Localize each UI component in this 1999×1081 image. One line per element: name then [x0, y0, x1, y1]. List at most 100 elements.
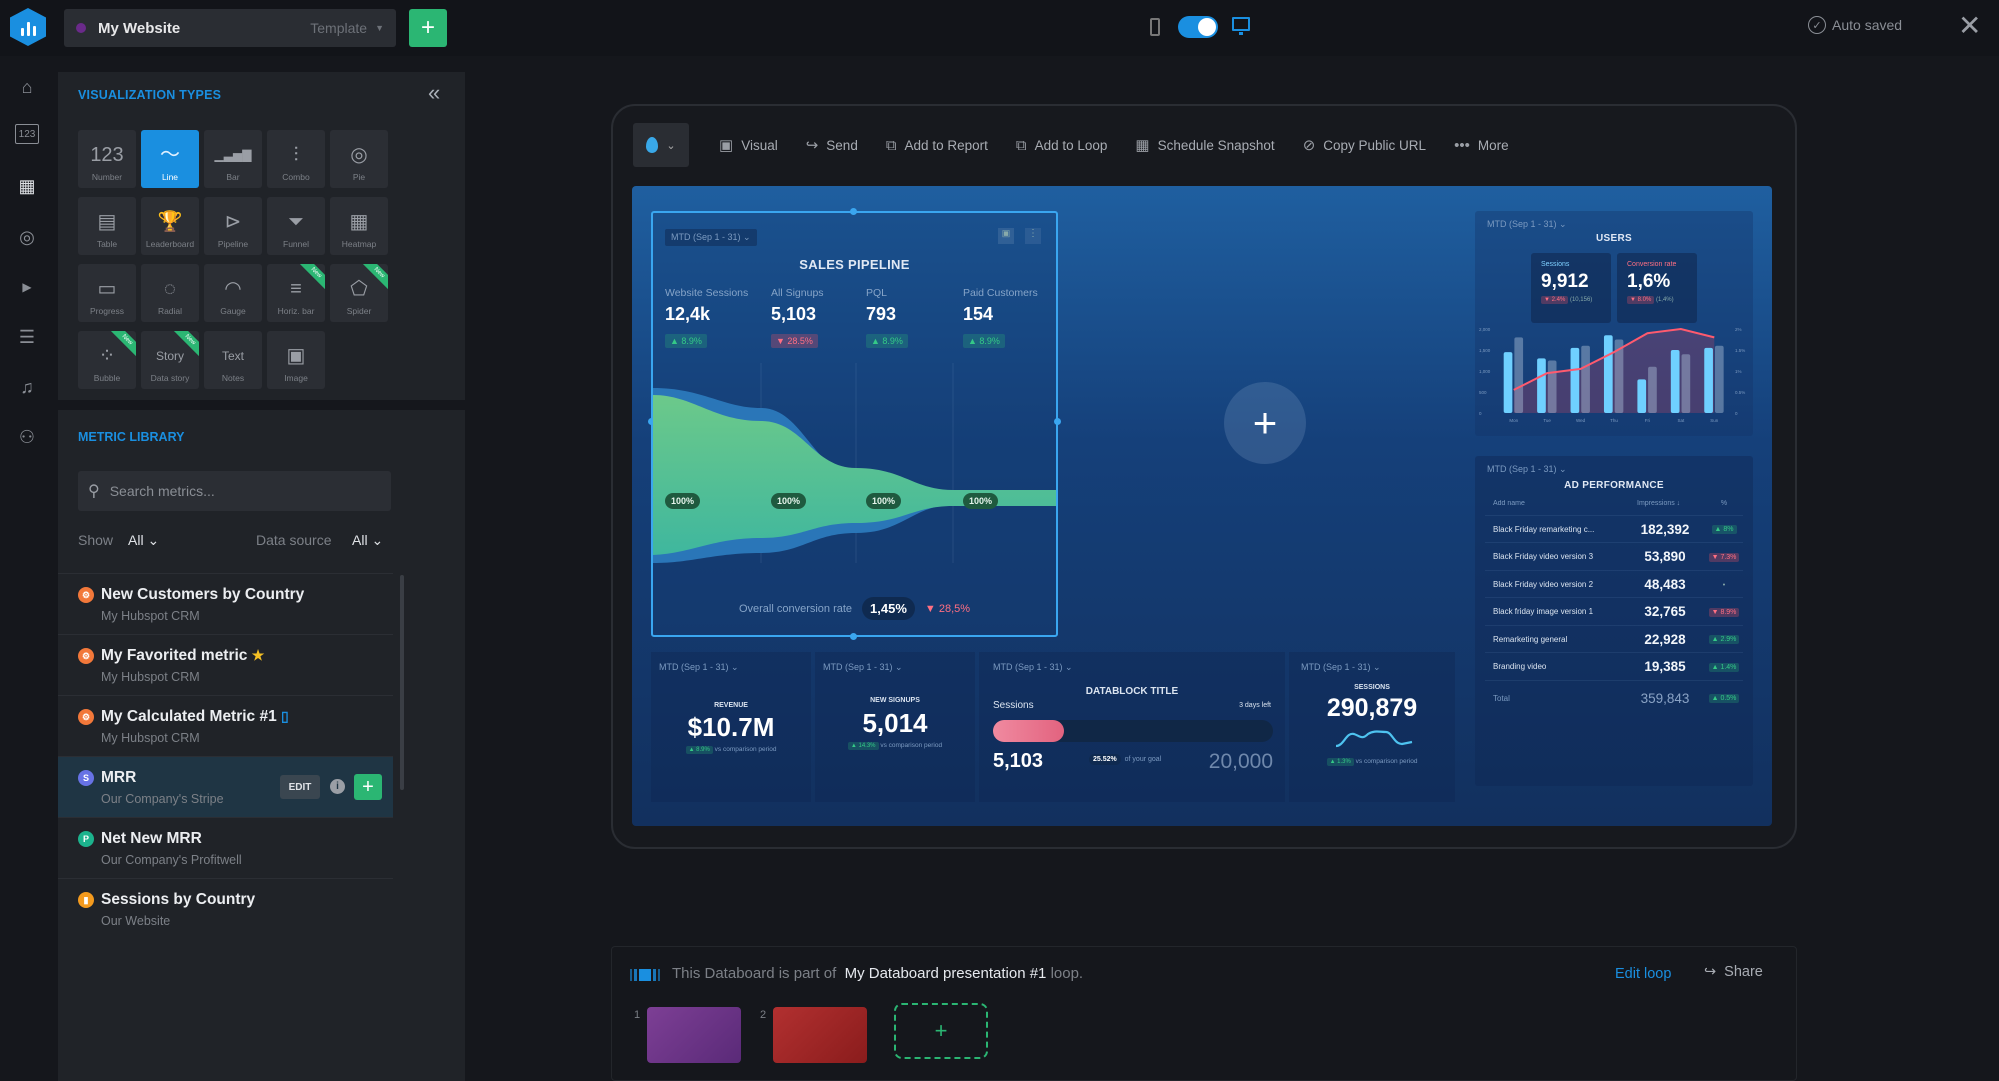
desktop-view-icon[interactable]	[1232, 17, 1250, 35]
share-button[interactable]: ↪ Share	[1704, 964, 1763, 980]
viz-type-progress[interactable]: ▭ Progress	[78, 264, 136, 322]
viz-type-pie[interactable]: ◎ Pie	[330, 130, 388, 188]
viz-type-horiz-bar[interactable]: ≡ Horiz. bar New	[267, 264, 325, 322]
stripe-icon: S	[78, 770, 94, 786]
search-input[interactable]	[109, 483, 370, 499]
table-row[interactable]: Black friday image version 1 32,765 ▼ 8.9%	[1485, 599, 1743, 626]
databoard-selector[interactable]: My Website Template ▼	[64, 9, 396, 47]
viz-type-data-story[interactable]: Story Data story New	[141, 331, 199, 389]
metric-item[interactable]: S MRR Our Company's Stripe EDIT i +	[58, 756, 393, 817]
bar-sessions-previous	[1648, 366, 1657, 413]
date-range-dropdown[interactable]: MTD (Sep 1 - 31) ⌄	[1487, 464, 1567, 475]
table-row[interactable]: Black Friday remarketing c... 182,392 ▲ 8%	[1485, 516, 1743, 543]
viz-type-notes[interactable]: Text Notes	[204, 331, 262, 389]
visual-icon[interactable]: ▣	[998, 228, 1014, 244]
sessions-widget[interactable]: MTD (Sep 1 - 31) ⌄ SESSIONS 290,879 ▲ 1.…	[1289, 652, 1455, 802]
ad-performance-widget[interactable]: MTD (Sep 1 - 31) ⌄ AD PERFORMANCE Add na…	[1475, 456, 1753, 786]
column-header-percent[interactable]: %	[1705, 500, 1743, 507]
viz-type-combo[interactable]: ⫶ Combo	[267, 130, 325, 188]
metric-item[interactable]: ⚙ New Customers by Country My Hubspot CRM	[58, 573, 393, 634]
databox-logo[interactable]	[10, 8, 46, 46]
goal-progress-widget[interactable]: MTD (Sep 1 - 31) ⌄ DATABLOCK TITLE Sessi…	[979, 652, 1285, 802]
device-view-toggle[interactable]	[1178, 16, 1218, 38]
metric-search[interactable]: ⚲	[78, 471, 391, 511]
date-range-dropdown[interactable]: MTD (Sep 1 - 31) ⌄	[1487, 219, 1567, 230]
viz-type-heatmap[interactable]: ▦ Heatmap	[330, 197, 388, 255]
viz-type-funnel[interactable]: ⏷ Funnel	[267, 197, 325, 255]
add-widget-button[interactable]: +	[1224, 382, 1306, 464]
date-range-dropdown[interactable]: MTD (Sep 1 - 31) ⌄	[993, 662, 1073, 673]
datasource-filter-dropdown[interactable]: All ⌄	[352, 532, 383, 549]
copy-public-url-button[interactable]: ⊘ Copy Public URL	[1303, 136, 1426, 154]
theme-color-button[interactable]: ⌄	[633, 123, 689, 167]
viz-type-table[interactable]: ▤ Table	[78, 197, 136, 255]
home-icon[interactable]: ⌂	[14, 74, 40, 100]
ad-change: ▲ 2.9%	[1708, 635, 1740, 644]
visual-button[interactable]: ▣ Visual	[719, 136, 778, 154]
date-range-dropdown[interactable]: MTD (Sep 1 - 31) ⌄	[659, 662, 739, 673]
viz-type-bubble[interactable]: ⁘ Bubble New	[78, 331, 136, 389]
column-header-name[interactable]: Add name	[1485, 500, 1625, 507]
metric-item[interactable]: ⚙ My Calculated Metric #1 ▯ My Hubspot CRM	[58, 695, 393, 756]
resize-handle[interactable]	[850, 633, 857, 640]
alerts-icon[interactable]: ♫	[14, 374, 40, 400]
mobile-view-icon[interactable]	[1150, 18, 1160, 36]
x-tick-label: Sun	[1710, 418, 1719, 423]
viz-type-spider[interactable]: ⬠ Spider New	[330, 264, 388, 322]
add-databoard-button[interactable]: +	[409, 9, 447, 47]
date-range-dropdown[interactable]: MTD (Sep 1 - 31) ⌄	[1301, 662, 1381, 673]
edit-loop-link[interactable]: Edit loop	[1615, 966, 1671, 982]
metric-item[interactable]: ▮ Sessions by Country Our Website	[58, 878, 393, 939]
add-to-loop-button[interactable]: +	[894, 1003, 988, 1059]
sales-pipeline-widget[interactable]: MTD (Sep 1 - 31) ⌄ ▣ ⋮ SALES PIPELINE We…	[648, 208, 1061, 640]
databoards-icon[interactable]: ▦	[14, 173, 40, 199]
table-row[interactable]: Black Friday video version 3 53,890 ▼ 7.3%	[1485, 544, 1743, 571]
viz-type-radial[interactable]: ◌ Radial	[141, 264, 199, 322]
send-button[interactable]: ↪ Send	[806, 136, 858, 154]
table-row[interactable]: Black Friday video version 2 48,483 •	[1485, 571, 1743, 598]
loop-thumbnail[interactable]	[647, 1007, 741, 1063]
metrics-icon[interactable]: 123	[15, 124, 39, 144]
table-row[interactable]: Branding video 19,385 ▲ 1.4%	[1485, 654, 1743, 681]
loop-name[interactable]: My Databoard presentation #1	[845, 965, 1047, 982]
add-to-report-button[interactable]: ⧉ Add to Report	[886, 137, 988, 154]
more-button[interactable]: ••• More	[1454, 137, 1509, 154]
new-signups-widget[interactable]: MTD (Sep 1 - 31) ⌄ NEW SIGNUPS 5,014 ▲ 1…	[815, 652, 975, 802]
schedule-snapshot-button[interactable]: ▦ Schedule Snapshot	[1135, 136, 1274, 154]
viz-type-gauge[interactable]: ◠ Gauge	[204, 264, 262, 322]
resize-handle[interactable]	[850, 208, 857, 215]
date-range-dropdown[interactable]: MTD (Sep 1 - 31) ⌄	[823, 662, 903, 673]
viz-type-line[interactable]: 〜 Line	[141, 130, 199, 188]
more-vertical-icon[interactable]: ⋮	[1025, 228, 1041, 244]
revenue-widget[interactable]: MTD (Sep 1 - 31) ⌄ REVENUE $10.7M ▲ 8.9%…	[651, 652, 811, 802]
viz-type-number[interactable]: 123 Number	[78, 130, 136, 188]
collapse-panel-icon[interactable]: «	[428, 80, 440, 106]
column-header-impressions[interactable]: Impressions ↓	[1625, 500, 1705, 507]
users-widget[interactable]: MTD (Sep 1 - 31) ⌄ USERS Sessions 9,912 …	[1475, 211, 1753, 436]
presentations-icon[interactable]: ▶	[14, 274, 40, 300]
viz-type-bar[interactable]: ▁▃▅▇ Bar	[204, 130, 262, 188]
info-icon[interactable]: i	[330, 779, 345, 794]
viz-type-pipeline[interactable]: ⊳ Pipeline	[204, 197, 262, 255]
users-icon[interactable]: ⚇	[14, 424, 40, 450]
viz-type-leaderboard[interactable]: 🏆 Leaderboard	[141, 197, 199, 255]
template-label[interactable]: Template	[310, 20, 367, 36]
edit-metric-button[interactable]: EDIT	[280, 775, 320, 799]
add-to-loop-button[interactable]: ⧉ Add to Loop	[1016, 137, 1108, 154]
viz-type-image[interactable]: ▣ Image	[267, 331, 325, 389]
show-filter-dropdown[interactable]: All ⌄	[128, 532, 159, 549]
metric-item[interactable]: ⚙ My Favorited metric ★ My Hubspot CRM	[58, 634, 393, 695]
loop-description: This Databoard is part of My Databoard p…	[672, 965, 1083, 982]
goals-icon[interactable]: ◎	[14, 224, 40, 250]
table-row[interactable]: Remarketing general 22,928 ▲ 2.9%	[1485, 626, 1743, 653]
metric-item[interactable]: P Net New MRR Our Company's Profitwell	[58, 817, 393, 878]
add-metric-button[interactable]: +	[354, 774, 382, 800]
visual-icon: ▣	[719, 137, 734, 154]
close-button[interactable]: ✕	[1958, 12, 1981, 40]
metric-name: Sessions by Country	[101, 891, 256, 908]
metric-list-scrollbar[interactable]	[400, 575, 404, 790]
loop-thumbnail[interactable]	[773, 1007, 867, 1063]
date-range-dropdown[interactable]: MTD (Sep 1 - 31) ⌄	[665, 229, 757, 246]
kpi-label: Sessions	[1541, 261, 1570, 268]
data-sources-icon[interactable]: ☰	[14, 324, 40, 350]
